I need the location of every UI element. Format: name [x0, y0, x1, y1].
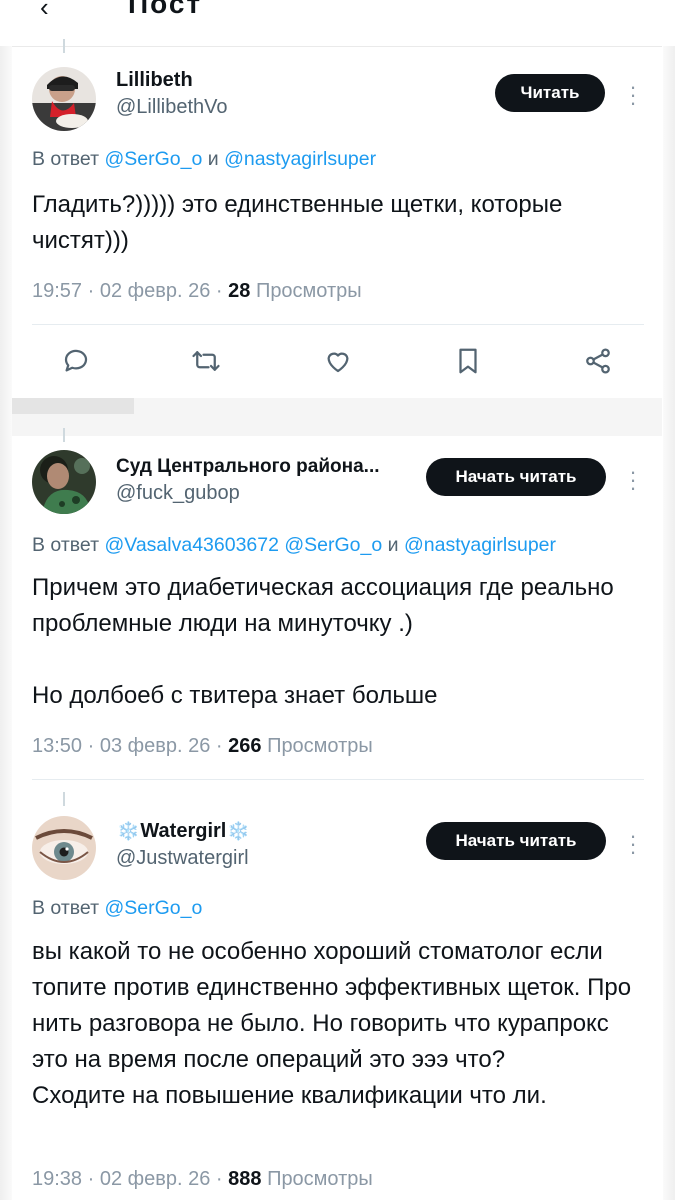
mention-joiner: и: [387, 534, 399, 556]
reply-context: В ответ @Vasalva43603672 @SerGo_o и @nas…: [32, 534, 556, 557]
views-label: Просмотры: [267, 1168, 373, 1190]
top-header-partial: ‹ Пост: [0, 0, 675, 46]
reply-prefix: В ответ: [32, 148, 100, 170]
follow-button[interactable]: Читать: [495, 74, 605, 112]
follow-button[interactable]: Начать читать: [426, 458, 606, 496]
action-bar: [32, 343, 644, 383]
reply-context: В ответ @SerGo_o: [32, 897, 202, 920]
thread-connector: [63, 39, 65, 53]
avatar-photo-icon: [32, 67, 96, 131]
tweet-date[interactable]: 02 февр. 26: [100, 280, 211, 302]
screen-edge-right: [663, 46, 675, 1200]
more-options-icon[interactable]: · · ·: [628, 825, 638, 863]
avatar[interactable]: [32, 67, 96, 131]
section-gap: [12, 398, 662, 436]
tweet-meta: 19:38 · 02 февр. 26 · 888 Просмотры: [32, 1168, 373, 1190]
tweet-card[interactable]: Lillibeth @LillibethVo Читать · · · В отве…: [12, 39, 662, 398]
author-block[interactable]: Lillibeth @LillibethVo: [116, 69, 227, 119]
like-icon[interactable]: [320, 343, 356, 379]
tweet-meta: 19:57 · 02 февр. 26 · 28 Просмотры: [32, 280, 362, 302]
avatar[interactable]: [32, 816, 96, 880]
tweet-meta: 13:50 · 03 февр. 26 · 266 Просмотры: [32, 735, 373, 757]
reply-icon[interactable]: [58, 343, 94, 379]
handle[interactable]: @fuck_gubop: [116, 482, 380, 505]
handle[interactable]: @Justwatergirl: [116, 847, 251, 870]
mention-link[interactable]: @Vasalva43603672: [104, 534, 278, 556]
screen-edge-left: [0, 46, 12, 1200]
divider: [32, 324, 644, 325]
author-block[interactable]: Суд Центрального района... @fuck_gubop: [116, 456, 380, 505]
snowflake-icon: ❄️: [117, 821, 140, 841]
views-count: 266: [228, 735, 262, 757]
mention-link[interactable]: @SerGo_o: [104, 897, 202, 919]
page-title: Пост: [128, 0, 203, 19]
snowflake-icon: ❄️: [227, 821, 250, 841]
mention-link[interactable]: @SerGo_o: [104, 148, 202, 170]
share-icon[interactable]: [580, 343, 616, 379]
tweet-paragraph: Но долбоеб с твитера знает больше: [32, 682, 438, 709]
tweet-paragraph: Гладить?))))) это единственные щетки, ко…: [32, 191, 563, 254]
mention-link[interactable]: @nastyagirlsuper: [404, 534, 556, 556]
tweet-card[interactable]: ❄️ Watergirl ❄️ @Justwatergirl Начать чи…: [12, 792, 662, 1200]
mention-link[interactable]: @nastyagirlsuper: [224, 148, 376, 170]
avatar-photo-icon: [32, 816, 96, 880]
tweet-time[interactable]: 19:38: [32, 1168, 82, 1190]
divider: [32, 779, 644, 780]
more-options-icon[interactable]: · · ·: [628, 461, 638, 499]
handle[interactable]: @LillibethVo: [116, 96, 227, 119]
mention-link[interactable]: @SerGo_o: [284, 534, 382, 556]
display-name-text[interactable]: Watergirl: [140, 820, 226, 843]
views-label: Просмотры: [267, 735, 373, 757]
reply-prefix: В ответ: [32, 897, 100, 919]
avatar[interactable]: [32, 450, 96, 514]
tweet-time[interactable]: 19:57: [32, 280, 82, 302]
gap-shade: [12, 398, 134, 414]
follow-button[interactable]: Начать читать: [426, 822, 606, 860]
avatar-photo-icon: [32, 450, 96, 514]
views-label: Просмотры: [255, 280, 362, 302]
thread-connector: [63, 428, 65, 442]
mention-joiner: и: [207, 148, 219, 170]
tweet-paragraph: вы какой то не особенно хороший стоматол…: [32, 938, 632, 1109]
thread-connector: [63, 792, 65, 806]
retweet-icon[interactable]: [188, 343, 224, 379]
more-options-icon[interactable]: · · ·: [628, 76, 638, 114]
display-name[interactable]: ❄️ Watergirl ❄️: [116, 820, 251, 843]
tweet-paragraph: Причем это диабетическая ассоциация где …: [32, 574, 614, 637]
tweet-text: вы какой то не особенно хороший стоматол…: [32, 934, 647, 1114]
reply-prefix: В ответ: [32, 534, 100, 556]
author-block[interactable]: ❄️ Watergirl ❄️ @Justwatergirl: [116, 820, 251, 870]
display-name[interactable]: Lillibeth: [116, 69, 227, 92]
back-arrow-icon[interactable]: ‹: [40, 0, 49, 23]
display-name[interactable]: Суд Центрального района...: [116, 456, 380, 478]
tweet-date[interactable]: 03 февр. 26: [100, 735, 211, 757]
bookmark-icon[interactable]: [450, 343, 486, 379]
tweet-card[interactable]: Суд Центрального района... @fuck_gubop Н…: [12, 428, 662, 794]
views-count: 28: [228, 280, 251, 302]
tweet-text: Причем это диабетическая ассоциация где …: [32, 570, 647, 714]
tweet-time[interactable]: 13:50: [32, 735, 82, 757]
tweet-date[interactable]: 02 февр. 26: [100, 1168, 211, 1190]
reply-context: В ответ @SerGo_o и @nastyagirlsuper: [32, 148, 376, 171]
tweet-text: Гладить?))))) это единственные щетки, ко…: [32, 187, 647, 259]
views-count: 888: [228, 1168, 262, 1190]
